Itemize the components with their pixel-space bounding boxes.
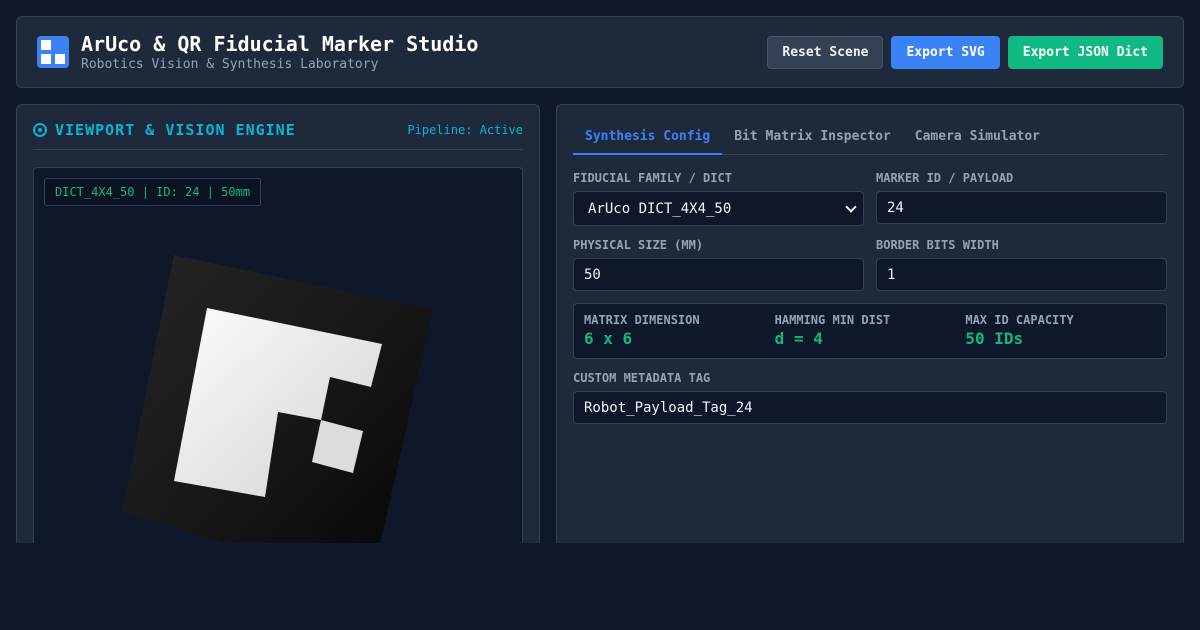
- export-svg-button[interactable]: Export SVG: [891, 35, 1000, 69]
- reset-scene-button[interactable]: Reset Scene: [767, 35, 884, 69]
- export-json-button[interactable]: Export JSON Dict: [1007, 35, 1163, 69]
- config-tabs: Synthesis Config Bit Matrix Inspector Ca…: [573, 125, 1167, 155]
- app-subtitle: Robotics Vision & Synthesis Laboratory: [81, 56, 379, 72]
- stats-box: MATRIX DIMENSION 6 x 6 HAMMING MIN DIST …: [573, 303, 1167, 359]
- page-bottom-area: [0, 543, 1200, 630]
- viewport-canvas[interactable]: DICT_4X4_50 | ID: 24 | 50mm: [33, 167, 523, 563]
- marker-id-label: MARKER ID / PAYLOAD: [876, 171, 1014, 185]
- viewport-header: VIEWPORT & VISION ENGINE Pipeline: Activ…: [33, 119, 523, 150]
- stat-label: MATRIX DIMENSION: [584, 313, 700, 327]
- tab-camera-simulator[interactable]: Camera Simulator: [903, 125, 1052, 155]
- family-select[interactable]: ArUco DICT_4X4_50: [573, 191, 864, 226]
- marker-render: [122, 255, 433, 563]
- family-select-value: ArUco DICT_4X4_50: [588, 200, 732, 217]
- metadata-input[interactable]: Robot_Payload_Tag_24: [573, 391, 1167, 424]
- chevron-down-icon: [845, 200, 857, 213]
- app-header: ArUco & QR Fiducial Marker Studio Roboti…: [16, 16, 1184, 88]
- size-label: PHYSICAL SIZE (MM): [573, 238, 704, 252]
- stat-value: d = 4: [774, 329, 823, 348]
- size-input[interactable]: 50: [573, 258, 864, 291]
- stat-hamming-distance: HAMMING MIN DIST d = 4: [775, 313, 966, 349]
- stat-matrix-dimension: MATRIX DIMENSION 6 x 6: [584, 313, 775, 349]
- tab-synthesis-config[interactable]: Synthesis Config: [573, 125, 723, 155]
- viewport-title: VIEWPORT & VISION ENGINE: [55, 121, 296, 139]
- marker-info-badge: DICT_4X4_50 | ID: 24 | 50mm: [44, 178, 262, 206]
- viewport-panel: VIEWPORT & VISION ENGINE Pipeline: Activ…: [16, 104, 540, 564]
- stat-label: MAX ID CAPACITY: [965, 313, 1074, 327]
- border-label: BORDER BITS WIDTH: [876, 238, 999, 252]
- tab-bit-matrix-inspector[interactable]: Bit Matrix Inspector: [722, 125, 903, 155]
- pipeline-status: Pipeline: Active: [407, 123, 523, 137]
- family-label: FIDUCIAL FAMILY / DICT: [573, 171, 732, 185]
- header-actions: Reset Scene Export SVG Export JSON Dict: [767, 35, 1163, 69]
- border-input[interactable]: 1: [876, 258, 1167, 291]
- stat-id-capacity: MAX ID CAPACITY 50 IDs: [965, 313, 1156, 349]
- stat-value: 50 IDs: [965, 329, 1024, 348]
- viewport-title-group: VIEWPORT & VISION ENGINE: [33, 119, 296, 141]
- stat-label: HAMMING MIN DIST: [774, 313, 891, 327]
- app-title: ArUco & QR Fiducial Marker Studio: [81, 31, 479, 56]
- marker-id-input[interactable]: 24: [876, 191, 1167, 224]
- brand: ArUco & QR Fiducial Marker Studio Roboti…: [37, 33, 478, 72]
- stat-value: 6 x 6: [584, 329, 633, 348]
- grid-logo-icon: [37, 36, 69, 68]
- metadata-label: CUSTOM METADATA TAG: [573, 371, 711, 385]
- config-panel: Synthesis Config Bit Matrix Inspector Ca…: [556, 104, 1184, 564]
- target-icon: [33, 123, 47, 137]
